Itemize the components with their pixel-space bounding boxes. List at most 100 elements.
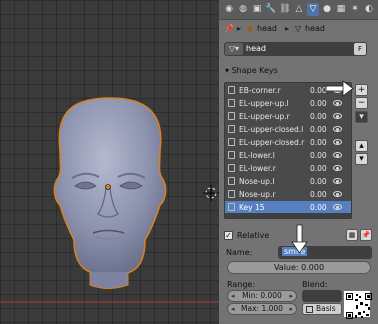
range-min-field[interactable]: ◂ Min: 0.000 ▸: [227, 290, 297, 302]
pin-icon[interactable]: 📌: [224, 24, 234, 33]
shape-key-value[interactable]: 0.00: [310, 190, 327, 199]
shape-key-icon: [228, 112, 235, 120]
shape-key-value[interactable]: 0.00: [310, 203, 327, 212]
breadcrumb-mesh[interactable]: head: [305, 24, 325, 33]
relative-key-value: Basis: [316, 304, 336, 313]
shape-key-value[interactable]: 0.00: [310, 164, 327, 173]
shape-key-icon: [306, 306, 313, 313]
shape-key-icon: [228, 177, 235, 185]
shape-key-icon: [228, 99, 235, 107]
eye-icon[interactable]: [333, 113, 342, 119]
shape-key-name[interactable]: EL-upper-up.r: [239, 112, 290, 121]
relative-key-field[interactable]: Basis: [302, 303, 342, 315]
remove-shape-key-button[interactable]: −: [355, 97, 368, 109]
fake-user-button[interactable]: F: [354, 43, 366, 55]
move-up-button[interactable]: ▴: [355, 140, 368, 152]
scene-icon[interactable]: ◉: [223, 3, 235, 16]
shape-key-value[interactable]: 0.00: [310, 177, 327, 186]
eye-icon[interactable]: [333, 191, 342, 197]
shape-key-name[interactable]: EL-upper-up.l: [239, 99, 289, 108]
shape-key-row[interactable]: EB-corner.r 0.00: [225, 84, 351, 97]
chevron-right-icon: ▸: [237, 24, 242, 33]
shape-keys-list[interactable]: EB-corner.r 0.00 EL-upper-up.l 0.00 EL-upper…: [224, 82, 352, 219]
shape-key-name[interactable]: EL-lower.r: [239, 164, 276, 173]
texture-icon[interactable]: ▦: [335, 3, 347, 16]
mesh-data-icon[interactable]: ▽: [307, 3, 319, 16]
increment-icon[interactable]: ▸: [289, 291, 293, 301]
shape-key-row[interactable]: Nose-up.r 0.00: [225, 188, 351, 201]
breadcrumb: 📌 ▸ ◆ head ▸ ▽ head: [219, 20, 378, 38]
physics-icon[interactable]: ◐: [363, 3, 375, 16]
relative-checkbox[interactable]: ✓: [224, 231, 233, 240]
edit-mode-toggle-icon[interactable]: ▦: [346, 229, 358, 241]
shape-key-value[interactable]: 0.00: [310, 151, 327, 160]
vertex-group-field[interactable]: [302, 290, 342, 302]
head-mesh[interactable]: [53, 97, 167, 289]
shape-key-value[interactable]: 0.00: [310, 86, 327, 95]
shape-key-name[interactable]: Nose-up.l: [239, 177, 274, 186]
shape-key-value[interactable]: 0.00: [310, 99, 327, 108]
shape-key-name[interactable]: Key 15: [239, 203, 265, 212]
properties-panel: ◉ ◍ ▣ 🔧 ⛓ △ ▽ ● ▦ ✶ ◐ 📌 ▸ ◆ head ▸ ▽ hea…: [219, 0, 378, 324]
shape-key-icon: [228, 203, 235, 211]
constraint-icon[interactable]: ⛓: [279, 3, 291, 16]
properties-header: ◉ ◍ ▣ 🔧 ⛓ △ ▽ ● ▦ ✶ ◐: [219, 0, 378, 20]
blend-label: Blend:: [302, 280, 328, 289]
value-slider[interactable]: Value: 0.000: [227, 261, 371, 274]
world-icon[interactable]: ◍: [237, 3, 249, 16]
shape-key-icon: [228, 138, 235, 146]
eye-icon[interactable]: [333, 152, 342, 158]
range-max-field[interactable]: ◂ Max: 1.000 ▸: [227, 303, 297, 315]
object-icon[interactable]: ▣: [251, 3, 263, 16]
shape-key-name[interactable]: EB-corner.r: [239, 86, 280, 95]
eye-icon[interactable]: [333, 165, 342, 171]
list-resize-grip[interactable]: [225, 213, 351, 218]
shape-key-row[interactable]: EL-lower.l 0.00: [225, 149, 351, 162]
specials-menu-button[interactable]: ▾: [355, 111, 368, 123]
breadcrumb-object[interactable]: head: [257, 24, 277, 33]
shape-key-value[interactable]: 0.00: [310, 125, 327, 134]
decrement-icon[interactable]: ◂: [231, 291, 235, 301]
shape-key-name[interactable]: EL-upper-closed.r: [239, 138, 304, 147]
shape-key-name[interactable]: EL-lower.l: [239, 151, 275, 160]
shape-key-value[interactable]: 0.00: [310, 138, 327, 147]
particles-icon[interactable]: ✶: [349, 3, 361, 16]
eye-icon[interactable]: [333, 204, 342, 210]
shape-key-row[interactable]: EL-upper-closed.r 0.00: [225, 136, 351, 149]
shape-key-icon: [228, 164, 235, 172]
data-icon[interactable]: △: [293, 3, 305, 16]
shape-lock-icon[interactable]: 📌: [360, 229, 372, 241]
mesh-datablock-selector[interactable]: ▽▾ head F: [224, 42, 367, 56]
eye-icon[interactable]: [333, 126, 342, 132]
range-min-value: Min: 0.000: [242, 291, 282, 300]
name-row: Name: smile: [224, 246, 372, 260]
shape-key-row[interactable]: EL-lower.r 0.00: [225, 162, 351, 175]
increment-icon[interactable]: ▸: [289, 304, 293, 314]
shape-key-value[interactable]: 0.00: [310, 112, 327, 121]
eye-icon[interactable]: [333, 139, 342, 145]
shape-key-name-input[interactable]: smile: [278, 246, 372, 259]
add-shape-key-button[interactable]: +: [355, 84, 368, 96]
shape-key-name[interactable]: EL-upper-closed.l: [239, 125, 303, 134]
shape-key-name[interactable]: Nose-up.r: [239, 190, 275, 199]
eye-icon[interactable]: [333, 100, 342, 106]
shape-keys-title: Shape Keys: [231, 66, 278, 75]
mesh-name-field[interactable]: head: [246, 43, 354, 55]
eye-icon[interactable]: [333, 87, 342, 93]
shape-key-row[interactable]: EL-upper-up.r 0.00: [225, 110, 351, 123]
shape-key-icon: [228, 190, 235, 198]
modifier-icon[interactable]: 🔧: [265, 3, 277, 16]
move-down-button[interactable]: ▾: [355, 153, 368, 165]
decrement-icon[interactable]: ◂: [231, 304, 235, 314]
range-max-value: Max: 1.000: [241, 304, 283, 313]
shape-key-row[interactable]: EL-upper-closed.l 0.00: [225, 123, 351, 136]
eye-icon[interactable]: [333, 178, 342, 184]
shape-keys-panel-header[interactable]: ▾ Shape Keys: [225, 66, 278, 75]
shape-key-row[interactable]: EL-upper-up.l 0.00: [225, 97, 351, 110]
3d-viewport[interactable]: [0, 0, 219, 324]
material-icon[interactable]: ●: [321, 3, 333, 16]
mesh-browse-icon[interactable]: ▽▾: [225, 43, 243, 55]
shape-key-row[interactable]: Nose-up.l 0.00: [225, 175, 351, 188]
object-icon: ◆: [247, 24, 254, 33]
shape-key-icon: [228, 86, 235, 94]
